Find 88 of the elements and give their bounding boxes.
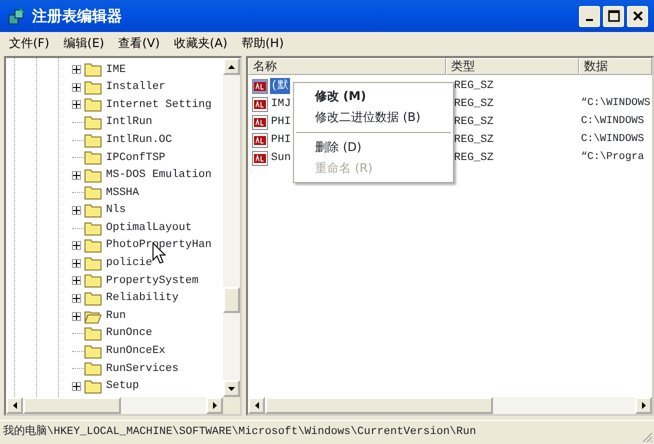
value-type: REG_SZ [453,114,495,130]
string-value-icon [252,78,268,94]
scroll-thumb[interactable] [23,397,121,414]
tree-item[interactable]: MSSHA [106,184,140,202]
scroll-down-button[interactable] [223,380,240,397]
arrow-left-icon [254,402,258,409]
string-value-icon [252,132,268,148]
arrow-left-icon [12,402,16,409]
expand-icon[interactable] [72,82,81,92]
scroll-thumb[interactable] [223,287,240,313]
close-icon [632,10,644,22]
menu-item[interactable]: 帮助(H) [236,34,293,52]
value-name[interactable]: IMJ [270,96,292,112]
minimize-button[interactable] [579,6,600,26]
tree-item[interactable]: PropertySystem [106,272,198,290]
scroll-thumb[interactable] [265,397,493,414]
expand-icon[interactable] [72,258,81,268]
close-button[interactable] [627,6,648,26]
arrow-right-icon [212,402,216,409]
vertical-scrollbar[interactable] [223,58,240,397]
column-header[interactable]: 名称 [248,58,446,75]
menu-item[interactable]: 收藏夹(A) [168,34,236,52]
value-data: C:\WINDOWS [580,114,646,130]
arrow-right-icon [642,402,646,409]
scroll-up-button[interactable] [223,58,240,75]
expand-icon[interactable] [72,382,81,391]
column-header[interactable]: 数据 [579,58,652,75]
minimize-icon [586,19,593,21]
value-type: REG_SZ [453,96,495,112]
tree-item[interactable]: OptimalLayout [106,220,192,236]
column-header[interactable]: 类型 [446,58,579,75]
menu-item[interactable]: 编辑(E) [58,34,114,52]
menu-item[interactable]: 修改 (M) [294,86,453,107]
scrollbar-corner [223,397,240,414]
horizontal-scrollbar[interactable] [6,397,223,414]
menu-item[interactable]: 查看(V) [113,34,169,52]
tree-item[interactable]: RunOnceEx [106,343,166,360]
expand-icon[interactable] [72,100,81,110]
string-value-icon [252,150,268,166]
tree-item[interactable]: IntlRun [106,114,152,131]
string-value-icon [252,96,268,112]
value-data: “C:\WINDOWS [580,96,652,112]
expand-icon[interactable] [72,206,81,216]
expand-icon[interactable] [72,312,81,321]
tree-item[interactable]: Setup [106,378,140,395]
tree-item[interactable]: Run [106,308,126,324]
horizontal-scrollbar[interactable] [248,397,652,414]
tree-item[interactable]: RunServices [106,360,179,378]
tree-item[interactable]: IME [106,62,126,78]
expand-icon[interactable] [72,170,81,180]
menu-item[interactable]: 修改二进位数据 (B) [294,107,453,128]
tree-item[interactable]: Reliability [106,290,179,307]
tree-item[interactable]: RunOnce [106,325,152,342]
registry-icon [8,7,26,25]
tree-item[interactable]: policie [106,255,152,272]
scroll-right-button[interactable] [635,397,652,414]
window-title: 注册表编辑器 [32,6,122,27]
value-name[interactable]: PHI [270,114,292,130]
scroll-left-button[interactable] [6,397,23,414]
maximize-button[interactable] [603,6,624,26]
tree-item[interactable]: Nls [106,202,126,219]
expand-icon[interactable] [72,65,81,74]
tree-item[interactable]: Internet Setting [106,96,212,114]
value-name[interactable]: Sun [270,150,292,166]
value-type: REG_SZ [453,150,495,166]
tree-item[interactable]: MS-DOS Emulation [106,167,212,184]
maximize-icon [608,10,620,22]
value-type: REG_SZ [453,132,495,148]
tree-item[interactable]: Installer [106,79,166,96]
expand-icon[interactable] [72,294,81,304]
tree-item[interactable]: IPConfTSP [106,150,166,166]
menu-item[interactable]: 文件(F) [4,34,58,52]
resize-grip-icon [642,432,653,443]
expand-icon[interactable] [72,276,81,286]
status-text: 我的电脑\HKEY_LOCAL_MACHINE\SOFTWARE\Microsoft\Windows\CurrentVersion\Run [3,424,476,440]
string-value-icon [252,114,268,130]
scroll-right-button[interactable] [206,397,223,414]
expand-icon[interactable] [72,241,81,250]
value-data: C:\WINDOWS [580,132,646,148]
value-data: “C:\Progra [580,150,646,166]
menu-item[interactable]: 删除 (D) [294,137,453,158]
scroll-left-button[interactable] [248,397,265,414]
tree-item[interactable]: IntlRun.OC [106,132,172,148]
value-name[interactable]: (默 [270,78,290,94]
value-name[interactable]: PHI [270,132,292,148]
value-type: REG_SZ [453,78,495,94]
arrow-up-icon [228,64,235,68]
arrow-down-icon [228,386,235,390]
